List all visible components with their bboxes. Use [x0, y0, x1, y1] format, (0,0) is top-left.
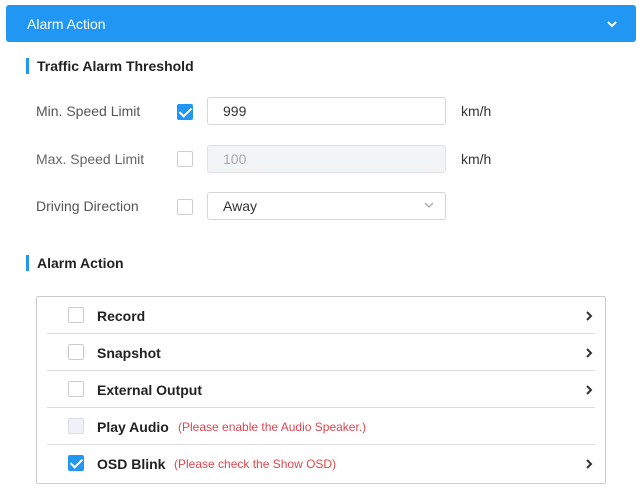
max-speed-unit: km/h	[461, 151, 492, 167]
external-output-label: External Output	[97, 382, 203, 398]
driving-direction-checkbox[interactable]	[177, 199, 193, 215]
header-title: Alarm Action	[27, 15, 106, 32]
chevron-right-icon[interactable]	[583, 309, 595, 321]
chevron-right-icon[interactable]	[583, 346, 595, 358]
chevron-right-icon[interactable]	[583, 383, 595, 395]
action-row-external-output[interactable]: External Output	[47, 371, 595, 408]
external-output-checkbox[interactable]	[68, 381, 84, 397]
alarm-action-list: Record Snapshot External Output Play Aud…	[36, 296, 606, 484]
chevron-down-icon	[423, 198, 435, 214]
action-row-osd-blink[interactable]: OSD Blink (Please check the Show OSD)	[47, 445, 595, 482]
min-speed-input[interactable]: 999	[207, 97, 446, 125]
driving-direction-value: Away	[223, 198, 257, 214]
min-speed-unit: km/h	[461, 103, 492, 119]
osd-blink-label: OSD Blink	[97, 456, 166, 472]
snapshot-label: Snapshot	[97, 345, 161, 361]
chevron-down-icon[interactable]	[606, 18, 618, 30]
osd-blink-checkbox[interactable]	[68, 455, 84, 471]
snapshot-checkbox[interactable]	[68, 344, 84, 360]
min-speed-label: Min. Speed Limit	[36, 103, 141, 119]
play-audio-note: (Please enable the Audio Speaker.)	[178, 420, 367, 434]
driving-direction-select[interactable]: Away	[207, 192, 446, 220]
action-row-snapshot[interactable]: Snapshot	[47, 334, 595, 371]
section-title-threshold: Traffic Alarm Threshold	[26, 58, 194, 74]
min-speed-checkbox[interactable]	[177, 104, 193, 120]
action-row-record[interactable]: Record	[47, 297, 595, 334]
action-row-play-audio: Play Audio (Please enable the Audio Spea…	[47, 408, 595, 445]
play-audio-checkbox[interactable]	[68, 418, 84, 434]
section-title-alarm-action: Alarm Action	[26, 255, 124, 271]
alarm-action-header[interactable]: Alarm Action	[6, 5, 636, 42]
play-audio-label: Play Audio	[97, 419, 169, 435]
driving-direction-label: Driving Direction	[36, 198, 139, 214]
max-speed-input[interactable]: 100	[207, 145, 446, 173]
osd-blink-note: (Please check the Show OSD)	[174, 457, 337, 471]
record-checkbox[interactable]	[68, 307, 84, 323]
max-speed-checkbox[interactable]	[177, 151, 193, 167]
chevron-right-icon[interactable]	[583, 457, 595, 469]
record-label: Record	[97, 308, 146, 324]
max-speed-label: Max. Speed Limit	[36, 151, 145, 167]
